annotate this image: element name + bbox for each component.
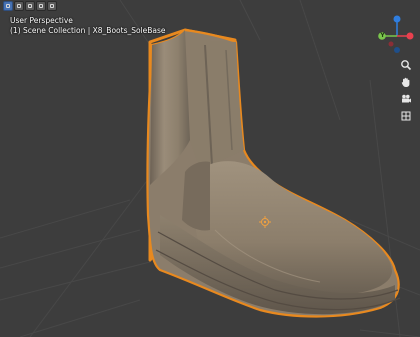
viewport-mode-toolbar <box>3 1 57 11</box>
boot-mesh[interactable] <box>146 28 401 318</box>
neg-x-axis-handle[interactable] <box>388 41 394 47</box>
camera-view-button[interactable] <box>397 90 415 108</box>
pan-button[interactable] <box>397 73 415 91</box>
zoom-button[interactable] <box>397 56 415 74</box>
x-axis-handle[interactable] <box>406 32 414 40</box>
pan-hand-icon <box>400 76 412 88</box>
viewport-scene <box>0 0 420 337</box>
select-extend-button[interactable] <box>25 1 35 11</box>
select-intersect-button[interactable] <box>47 1 57 11</box>
select-box-button[interactable] <box>14 1 24 11</box>
select-subtract-button[interactable] <box>36 1 46 11</box>
camera-icon <box>400 93 412 105</box>
3d-viewport[interactable]: User Perspective (1) Scene Collection | … <box>0 0 420 337</box>
z-axis-handle[interactable] <box>393 15 401 23</box>
view-name: User Perspective <box>10 16 73 25</box>
select-mode-button[interactable] <box>3 1 13 11</box>
zoom-icon <box>400 59 412 71</box>
collection-object-label: (1) Scene Collection | X8_Boots_SoleBase <box>10 26 166 35</box>
y-axis-label: Y <box>380 32 385 39</box>
neg-z-axis-handle[interactable] <box>394 47 400 53</box>
perspective-toggle-button[interactable] <box>397 107 415 125</box>
grid-icon <box>400 110 412 122</box>
